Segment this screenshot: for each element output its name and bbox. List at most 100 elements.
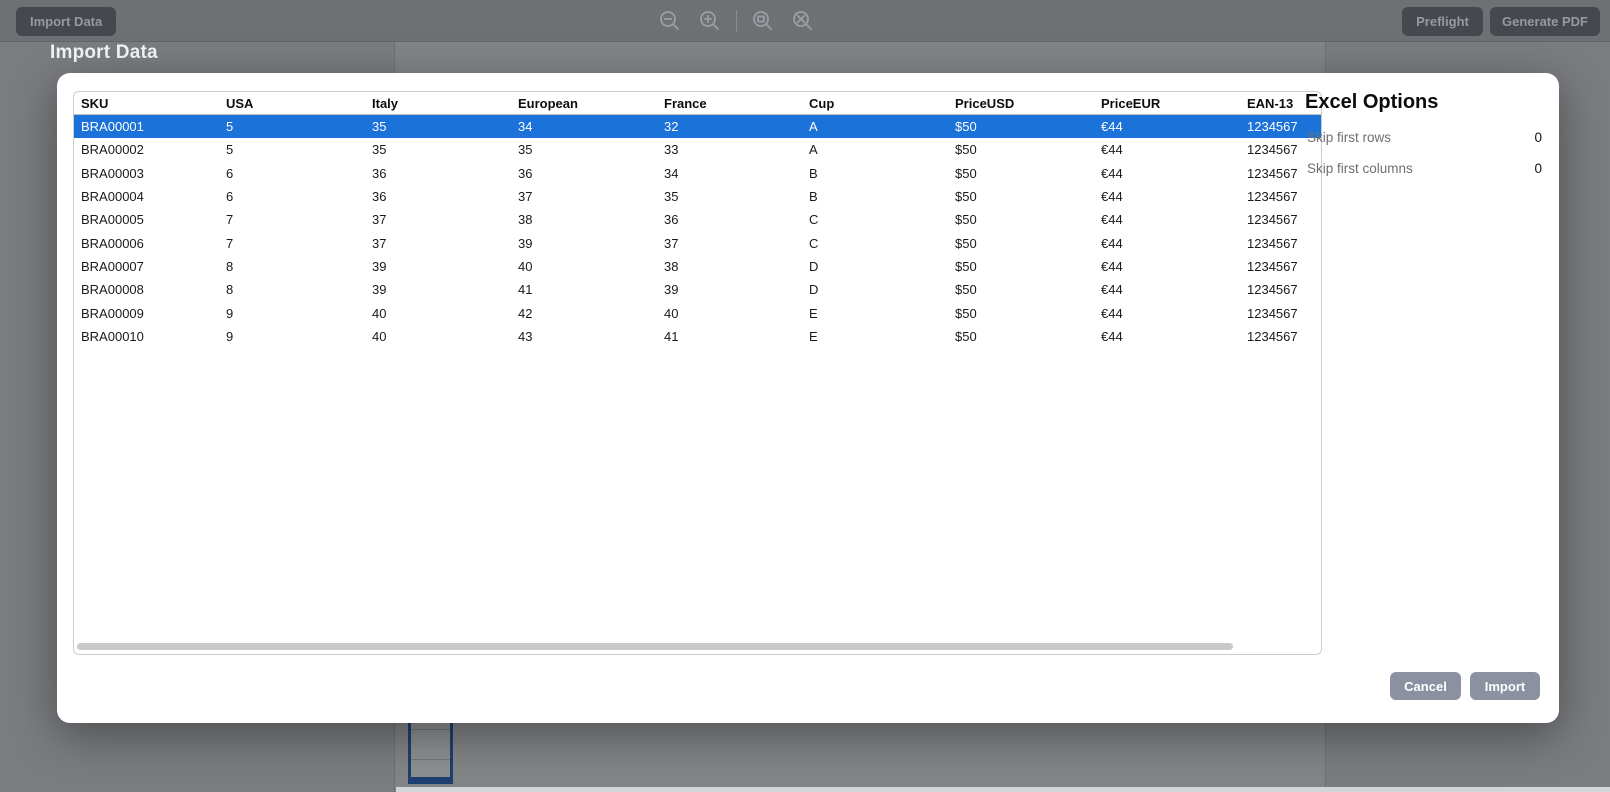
table-cell: 40 [372,328,387,344]
table-cell: A [809,119,818,135]
table-cell: 40 [372,305,387,321]
table-cell: 37 [372,235,387,251]
table-cell: 36 [372,189,387,205]
table-cell: C [809,235,819,251]
table-cell: 36 [372,165,387,181]
table-cell: 39 [372,282,387,298]
table-row[interactable]: BRA00008 8 39 41 39 D $50 €44 1234567 [74,278,1321,302]
table-header-row: SKU USA Italy European France Cup PriceUSD Pric… [74,92,1321,115]
zoom-toolbar-group [650,8,823,34]
table-cell: €44 [1101,258,1123,274]
option-field: Skip first columns 0 [1307,153,1590,184]
table-cell: 38 [518,212,533,228]
excel-options-heading: Excel Options [1305,91,1439,113]
option-field: Skip first rows 0 [1307,122,1590,153]
table-cell: BRA00006 [81,235,144,251]
table-cell: E [809,328,818,344]
horizontal-scrollbar-thumb[interactable] [77,643,1233,650]
table-cell: BRA00001 [81,119,144,135]
table-cell: BRA00002 [81,142,144,158]
table-cell: $50 [955,189,977,205]
table-cell: 7 [226,235,234,251]
dialog-title: Import Data [50,42,158,63]
table-cell: 5 [226,119,234,135]
table-row[interactable]: BRA00009 9 40 42 40 E $50 €44 1234567 [74,301,1321,325]
table-cell: 37 [664,235,679,251]
table-cell: 1234567 [1247,212,1298,228]
table-cell: 8 [226,282,234,298]
table-cell: 35 [664,189,679,205]
table-row[interactable]: BRA00010 9 40 43 41 E $50 €44 1234567 [74,324,1321,348]
table-cell: D [809,258,819,274]
table-cell: $50 [955,235,977,251]
frame-divider [411,729,450,730]
table-cell: BRA00010 [81,328,144,344]
option-value[interactable]: 0 [1534,130,1590,145]
table-row[interactable]: BRA00001 5 35 34 32 A $50 €44 1234567 [74,115,1321,139]
table-row[interactable]: BRA00006 7 37 39 37 C $50 €44 1234567 [74,231,1321,255]
table-cell: BRA00003 [81,165,144,181]
canvas-bottom-scrollbar [396,787,1610,792]
zoom-in-icon[interactable] [697,8,723,34]
table-cell: €44 [1101,212,1123,228]
table-cell: 39 [664,282,679,298]
generate-pdf-button[interactable]: Generate PDF [1490,7,1600,36]
frame-border-bottom [411,777,450,781]
table-row[interactable]: BRA00004 6 36 37 35 B $50 €44 1234567 [74,184,1321,209]
import-data-button[interactable]: Import Data [16,7,117,36]
preflight-button[interactable]: Preflight [1402,7,1483,36]
table-cell: $50 [955,212,977,228]
table-row[interactable]: BRA00007 8 39 40 38 D $50 €44 1234567 [74,254,1321,279]
table-row[interactable]: BRA00005 7 37 38 36 C $50 €44 1234567 [74,208,1321,232]
table-cell: B [809,189,818,205]
table-cell: 34 [518,119,533,135]
table-cell: $50 [955,282,977,298]
toolbar-divider [736,10,737,32]
table-cell: €44 [1101,119,1123,135]
zoom-out-icon[interactable] [657,8,683,34]
excel-options-fields: Skip first rows 0 Skip first columns 0 [1307,122,1590,184]
option-value[interactable]: 0 [1534,161,1590,176]
table-cell: 36 [518,165,533,181]
table-cell: B [809,165,818,181]
cancel-button[interactable]: Cancel [1390,672,1461,700]
table-cell: 41 [518,282,533,298]
table-row[interactable]: BRA00003 6 36 36 34 B $50 €44 1234567 [74,161,1321,185]
table-cell: €44 [1101,165,1123,181]
table-cell: BRA00005 [81,212,144,228]
table-cell: BRA00007 [81,258,144,274]
table-cell: E [809,305,818,321]
table-cell: $50 [955,305,977,321]
column-header-france[interactable]: France [657,96,802,111]
import-preview-table: SKU USA Italy European France Cup PriceUSD Pric… [73,91,1322,655]
import-button[interactable]: Import [1470,672,1540,700]
table-cell: 1234567 [1247,189,1298,205]
table-cell: $50 [955,258,977,274]
table-cell: 5 [226,142,234,158]
column-header-usa[interactable]: USA [219,96,365,111]
column-header-italy[interactable]: Italy [365,96,511,111]
table-cell: 6 [226,189,234,205]
column-header-priceusd[interactable]: PriceUSD [948,96,1094,111]
table-cell: €44 [1101,328,1123,344]
table-cell: 6 [226,165,234,181]
table-cell: 1234567 [1247,258,1298,274]
zoom-fit-icon[interactable] [790,8,816,34]
table-cell: 34 [664,165,679,181]
option-label: Skip first rows [1307,130,1392,145]
zoom-actual-size-icon[interactable] [750,8,776,34]
column-header-sku[interactable]: SKU [74,96,219,111]
column-header-cup[interactable]: Cup [802,96,948,111]
table-cell: $50 [955,142,977,158]
column-header-european[interactable]: European [511,96,657,111]
table-cell: 33 [664,142,679,158]
column-header-priceeur[interactable]: PriceEUR [1094,96,1240,111]
top-toolbar: Import Data Preflight Generate PDF [0,0,1610,42]
table-cell: D [809,282,819,298]
table-cell: €44 [1101,305,1123,321]
table-cell: 32 [664,119,679,135]
table-cell: 38 [664,258,679,274]
table-cell: 37 [518,189,533,205]
table-row[interactable]: BRA00002 5 35 35 33 A $50 €44 1234567 [74,138,1321,162]
table-cell: 40 [664,305,679,321]
